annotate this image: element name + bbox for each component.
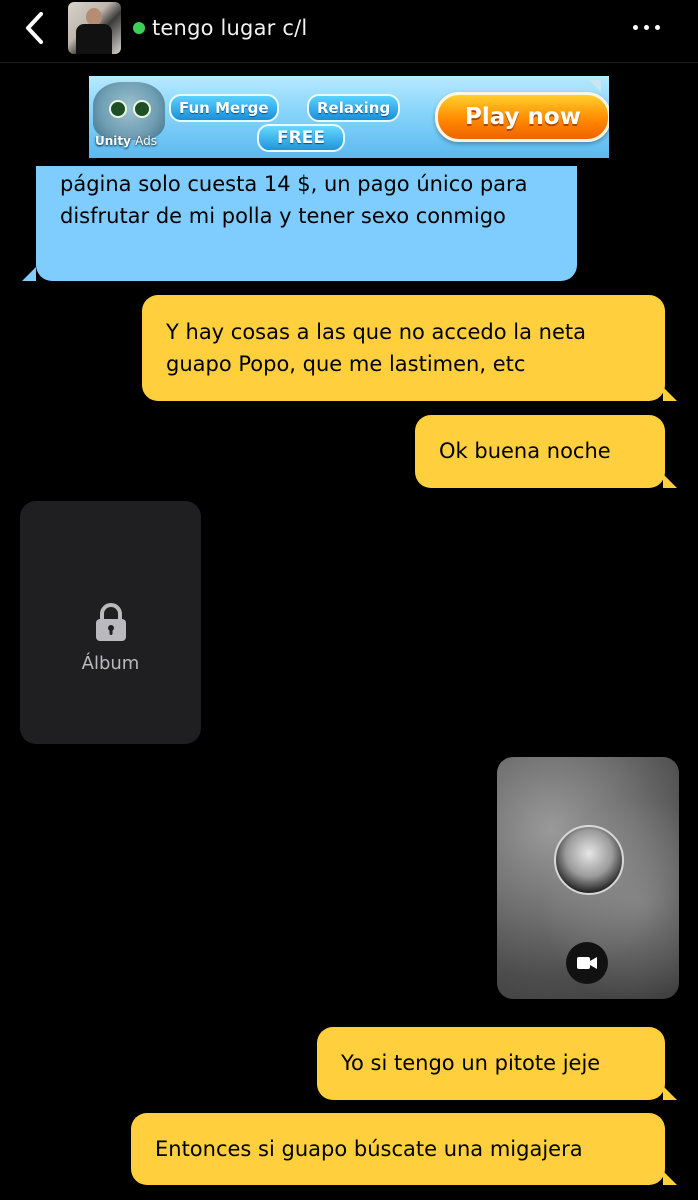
message-text: Entonces si guapo búscate una migajera xyxy=(155,1137,583,1161)
bubble-tail xyxy=(663,474,677,488)
chevron-left-icon xyxy=(26,12,43,44)
message-outgoing[interactable]: Y hay cosas a las que no accedo la neta … xyxy=(142,295,677,401)
video-camera-icon xyxy=(577,957,597,969)
bubble-tail xyxy=(663,1086,677,1100)
ad-cat-character xyxy=(93,82,165,140)
message-text: Yo si tengo un pitote jeje xyxy=(341,1051,601,1075)
video-play-button[interactable] xyxy=(566,942,608,984)
ad-info-icon[interactable] xyxy=(589,80,601,92)
bubble-tail xyxy=(22,267,36,281)
bubble-tail xyxy=(663,387,677,401)
ad-banner[interactable]: Fun Merge Relaxing FREE Play now Unity A… xyxy=(89,76,609,158)
video-sender-avatar xyxy=(554,825,624,895)
ad-badge-relaxing: Relaxing xyxy=(307,94,401,122)
ad-badge-fun-merge: Fun Merge xyxy=(169,94,279,122)
bubble-tail xyxy=(663,1171,677,1185)
lock-icon xyxy=(96,603,126,641)
ad-sponsor-sub: Ads xyxy=(135,134,158,148)
video-message[interactable] xyxy=(497,757,679,999)
message-incoming[interactable]: página solo cuesta 14 $, un pago único p… xyxy=(22,166,577,281)
more-dots-icon xyxy=(632,24,638,30)
chat-title[interactable]: tengo lugar c/l xyxy=(152,16,307,40)
message-text: Y hay cosas a las que no accedo la neta … xyxy=(166,320,586,376)
message-outgoing[interactable]: Ok buena noche xyxy=(415,415,677,488)
message-text: página solo cuesta 14 $, un pago único p… xyxy=(60,172,528,228)
profile-avatar[interactable] xyxy=(68,2,121,54)
avatar-body xyxy=(76,24,112,54)
message-outgoing[interactable]: Entonces si guapo búscate una migajera xyxy=(131,1113,677,1185)
online-status-dot xyxy=(133,22,145,34)
message-text: Ok buena noche xyxy=(439,439,611,463)
ad-play-now-button[interactable]: Play now xyxy=(435,92,609,142)
ad-sponsor-name: Unity xyxy=(95,134,131,148)
album-label: Álbum xyxy=(81,653,140,674)
ad-sponsor: Unity Ads xyxy=(95,134,157,148)
ad-free-label: FREE xyxy=(257,124,345,152)
back-button[interactable] xyxy=(14,10,54,46)
message-outgoing[interactable]: Yo si tengo un pitote jeje xyxy=(317,1027,677,1100)
more-options-button[interactable] xyxy=(624,14,668,40)
chat-header: tengo lugar c/l xyxy=(0,0,698,63)
private-album-card[interactable]: Álbum xyxy=(20,501,201,744)
